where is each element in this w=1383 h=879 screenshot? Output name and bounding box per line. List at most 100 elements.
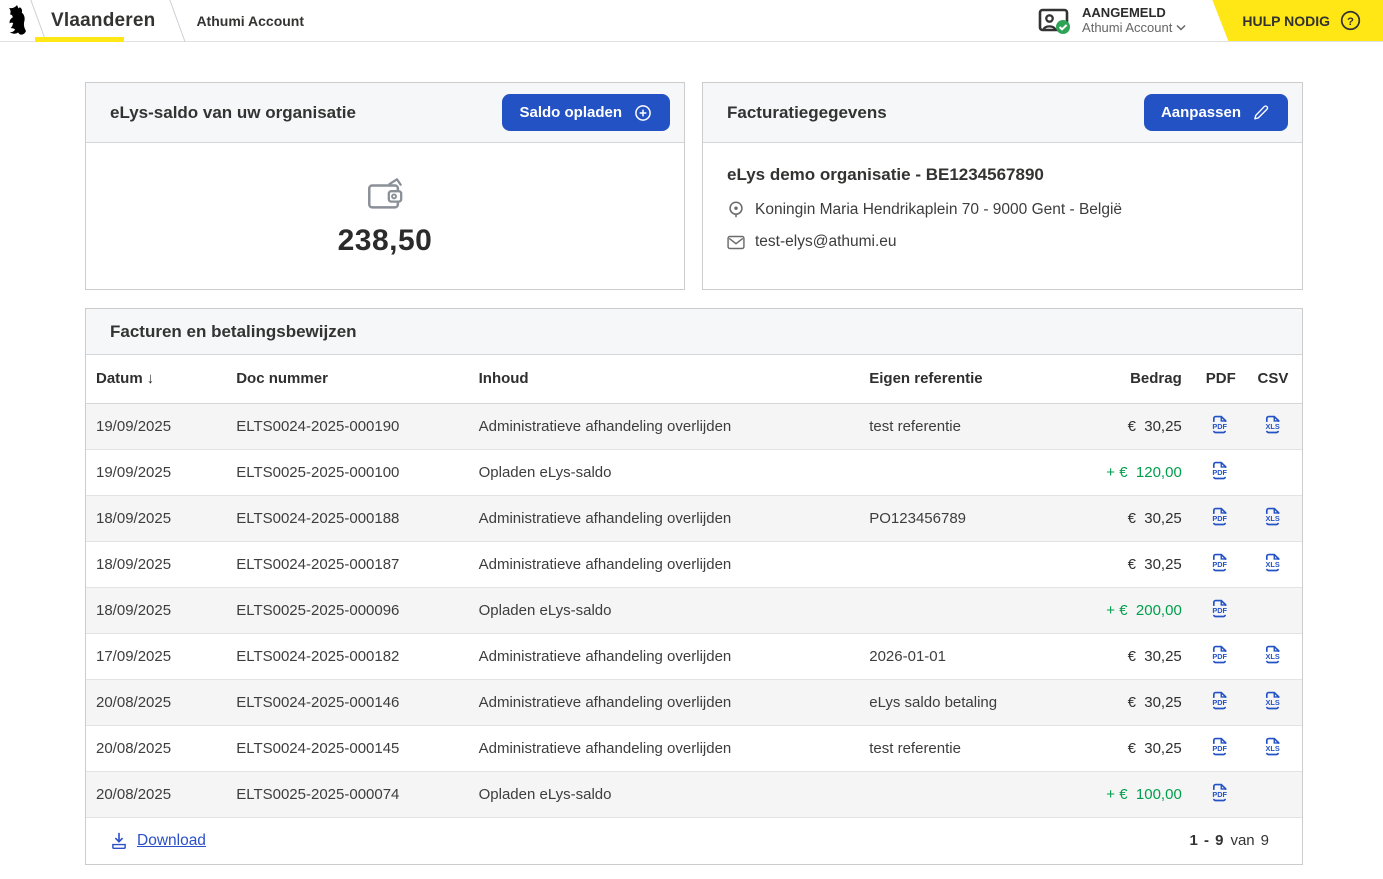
top-up-balance-label: Saldo opladen (519, 104, 622, 121)
cell-amount: € 30,25 (1084, 633, 1196, 679)
pagination: 1 - 9 van 9 (1189, 832, 1269, 849)
cell-amount: € 30,25 (1084, 725, 1196, 771)
user-menu[interactable]: AANGEMELD Athumi Account (1038, 0, 1186, 41)
pagination-of-label: van (1230, 832, 1254, 849)
brand-home-link[interactable]: Vlaanderen (51, 10, 155, 32)
column-header-doc-number: Doc nummer (226, 355, 468, 403)
column-header-amount: Bedrag (1084, 355, 1196, 403)
cell-amount: + € 100,00 (1084, 771, 1196, 817)
cell-date: 18/09/2025 (86, 541, 226, 587)
xls-download-icon[interactable]: XLS (1262, 551, 1283, 573)
help-label: HULP NODIG (1242, 13, 1330, 29)
brand-divider (170, 0, 186, 42)
cell-date: 18/09/2025 (86, 587, 226, 633)
cell-doc-number: ELTS0025-2025-000074 (226, 771, 468, 817)
top-up-balance-button[interactable]: Saldo opladen (502, 94, 670, 131)
xls-download-icon[interactable]: XLS (1262, 643, 1283, 665)
svg-text:PDF: PDF (1213, 468, 1228, 477)
cell-amount: € 30,25 (1084, 541, 1196, 587)
login-account-label: Athumi Account (1082, 21, 1172, 36)
cell-amount: € 30,25 (1084, 495, 1196, 541)
cell-content: Administratieve afhandeling overlijden (469, 541, 860, 587)
svg-text:PDF: PDF (1213, 744, 1228, 753)
column-header-pdf: PDF (1196, 355, 1244, 403)
cell-date: 20/08/2025 (86, 679, 226, 725)
page-content: eLys-saldo van uw organisatie Saldo opla… (85, 82, 1303, 865)
cell-date: 19/09/2025 (86, 449, 226, 495)
billing-card: Facturatiegegevens Aanpassen eLys demo o… (702, 82, 1303, 290)
xls-download-icon[interactable]: XLS (1262, 505, 1283, 527)
organisation-name: eLys demo organisatie - BE1234567890 (727, 165, 1278, 185)
svg-text:PDF: PDF (1213, 606, 1228, 615)
pdf-download-icon[interactable]: PDF (1209, 413, 1230, 435)
table-row: 18/09/2025 ELTS0025-2025-000096 Opladen … (86, 587, 1302, 633)
xls-download-icon[interactable]: XLS (1262, 689, 1283, 711)
cell-reference (859, 449, 1083, 495)
billing-card-title: Facturatiegegevens (727, 103, 887, 123)
cell-reference: PO123456789 (859, 495, 1083, 541)
brand-underline (35, 37, 124, 42)
cell-content: Opladen eLys-saldo (469, 771, 860, 817)
svg-text:XLS: XLS (1266, 422, 1280, 431)
cell-reference (859, 541, 1083, 587)
sort-desc-icon: ↓ (147, 370, 155, 387)
table-row: 20/08/2025 ELTS0024-2025-000145 Administ… (86, 725, 1302, 771)
cell-doc-number: ELTS0024-2025-000146 (226, 679, 468, 725)
svg-text:PDF: PDF (1213, 514, 1228, 523)
pdf-download-icon[interactable]: PDF (1209, 505, 1230, 527)
cell-reference: test referentie (859, 403, 1083, 449)
download-icon (110, 831, 128, 850)
cell-amount: + € 200,00 (1084, 587, 1196, 633)
app-title-link[interactable]: Athumi Account (196, 13, 304, 29)
xls-download-icon[interactable]: XLS (1262, 413, 1283, 435)
flanders-lion-logo (2, 4, 32, 40)
cell-content: Administratieve afhandeling overlijden (469, 725, 860, 771)
pdf-download-icon[interactable]: PDF (1209, 597, 1230, 619)
table-row: 18/09/2025 ELTS0024-2025-000187 Administ… (86, 541, 1302, 587)
cell-doc-number: ELTS0024-2025-000188 (226, 495, 468, 541)
cell-doc-number: ELTS0024-2025-000182 (226, 633, 468, 679)
cell-reference (859, 771, 1083, 817)
cell-doc-number: ELTS0024-2025-000145 (226, 725, 468, 771)
cell-amount: € 30,25 (1084, 403, 1196, 449)
cell-date: 20/08/2025 (86, 725, 226, 771)
help-button[interactable]: HULP NODIG ? (1212, 0, 1383, 41)
pagination-total: 9 (1261, 832, 1269, 849)
table-row: 18/09/2025 ELTS0024-2025-000188 Administ… (86, 495, 1302, 541)
invoices-table: Datum↓ Doc nummer Inhoud Eigen referenti… (86, 355, 1302, 818)
cell-reference (859, 587, 1083, 633)
svg-text:XLS: XLS (1266, 514, 1280, 523)
pdf-download-icon[interactable]: PDF (1209, 643, 1230, 665)
pdf-download-icon[interactable]: PDF (1209, 735, 1230, 757)
question-circle-icon: ? (1340, 10, 1361, 31)
download-button[interactable]: Download (110, 831, 206, 850)
cell-reference: test referentie (859, 725, 1083, 771)
svg-text:XLS: XLS (1266, 560, 1280, 569)
svg-text:PDF: PDF (1213, 790, 1228, 799)
cell-reference: eLys saldo betaling (859, 679, 1083, 725)
svg-text:PDF: PDF (1213, 698, 1228, 707)
xls-download-icon[interactable]: XLS (1262, 735, 1283, 757)
cell-content: Administratieve afhandeling overlijden (469, 679, 860, 725)
brand-divider (30, 0, 46, 42)
pdf-download-icon[interactable]: PDF (1209, 689, 1230, 711)
cell-date: 17/09/2025 (86, 633, 226, 679)
balance-amount: 238,50 (338, 224, 433, 258)
table-footer: Download 1 - 9 van 9 (86, 818, 1302, 864)
cell-content: Opladen eLys-saldo (469, 587, 860, 633)
cell-date: 18/09/2025 (86, 495, 226, 541)
table-row: 20/08/2025 ELTS0025-2025-000074 Opladen … (86, 771, 1302, 817)
svg-text:?: ? (1347, 16, 1354, 28)
invoice-table-body: 19/09/2025 ELTS0024-2025-000190 Administ… (86, 403, 1302, 817)
edit-billing-button[interactable]: Aanpassen (1144, 94, 1288, 131)
pdf-download-icon[interactable]: PDF (1209, 551, 1230, 573)
location-pin-icon (727, 200, 745, 220)
pdf-download-icon[interactable]: PDF (1209, 781, 1230, 803)
table-row: 17/09/2025 ELTS0024-2025-000182 Administ… (86, 633, 1302, 679)
pagination-range: 1 - 9 (1189, 832, 1224, 849)
wallet-icon (363, 175, 407, 215)
pdf-download-icon[interactable]: PDF (1209, 459, 1230, 481)
download-label: Download (137, 832, 206, 850)
column-header-date[interactable]: Datum↓ (86, 355, 226, 403)
cell-content: Administratieve afhandeling overlijden (469, 403, 860, 449)
